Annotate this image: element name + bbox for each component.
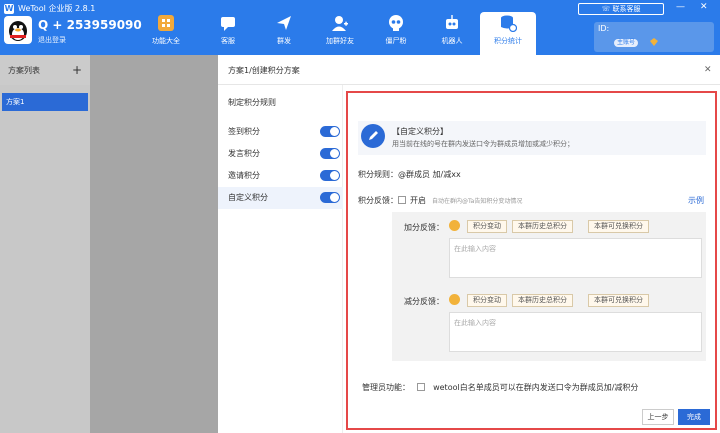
tab-label: 客服: [221, 37, 235, 45]
feedback-open-label: 开启: [410, 196, 426, 205]
tab-label: 加群好友: [326, 37, 354, 45]
feedback-settings: 加分反馈： 积分变动 本群历史总积分 本群可兑换积分 在此输入内容 减分反馈： …: [392, 212, 706, 361]
scheme-item[interactable]: 方案1: [2, 93, 88, 111]
feedback-hint: 自动在群内@Ta告知积分变动情况: [432, 198, 523, 205]
headset-icon: ☏: [601, 5, 611, 13]
robot-icon: [446, 15, 458, 29]
close-window-icon[interactable]: ✕: [700, 2, 708, 12]
tab-service[interactable]: 客服: [200, 14, 256, 52]
tab-robot[interactable]: 机器人: [424, 14, 480, 52]
chat-icon: [221, 17, 235, 31]
tab-label: 僵尸粉: [385, 37, 407, 45]
account-card[interactable]: ID: 主账号: [594, 22, 714, 52]
tab-label: 积分统计: [494, 37, 522, 45]
admin-label: 管理员功能：: [362, 383, 410, 392]
admin-checkbox[interactable]: [416, 383, 425, 391]
user-name: Q + 253959090: [38, 18, 142, 32]
done-button[interactable]: 完成: [678, 409, 710, 425]
scheme-list-panel: 方案列表 + 方案1: [0, 55, 90, 433]
title-bar: W WeTool 企业版 2.8.1: [4, 3, 95, 14]
rule-list: 制定积分规则 签到积分 发言积分 邀请积分 自定义积分: [218, 85, 343, 433]
tab-label: 功能大全: [152, 37, 180, 45]
add-feedback-textarea[interactable]: 在此输入内容: [449, 238, 702, 278]
dialog-title: 方案1/创建积分方案: [218, 55, 720, 85]
skull-icon: [389, 15, 403, 31]
scheme-list-title: 方案列表: [8, 65, 40, 75]
rule-item-checkin[interactable]: 签到积分: [218, 121, 343, 143]
custom-points-desc: 用当前在线的号在群内发送口令为群成员增加或减少积分；: [392, 140, 574, 148]
content-background: [90, 55, 218, 433]
rule-item-invite[interactable]: 邀请积分: [218, 165, 343, 187]
emoji-icon[interactable]: [449, 220, 460, 231]
grid-icon: [158, 15, 174, 31]
main-account-badge: 主账号: [614, 39, 639, 47]
custom-points-panel: 【自定义积分】 用当前在线的号在群内发送口令为群成员增加或减少积分； 积分规则：…: [346, 91, 717, 430]
feedback-label: 积分反馈：: [358, 196, 398, 205]
stats-icon: [501, 15, 517, 32]
tag-redeemable[interactable]: 本群可兑换积分: [588, 294, 649, 307]
rule-toggle[interactable]: [320, 192, 340, 203]
tag-redeemable[interactable]: 本群可兑换积分: [588, 220, 649, 233]
points-rule-text: 积分规则：@群成员 加/减xx: [358, 170, 461, 179]
tab-label: 群发: [277, 37, 291, 45]
rule-toggle[interactable]: [320, 170, 340, 181]
tag-points-change[interactable]: 积分变动: [467, 220, 507, 233]
minimize-icon[interactable]: —: [676, 2, 685, 12]
custom-points-header: 【自定义积分】 用当前在线的号在群内发送口令为群成员增加或减少积分；: [358, 121, 706, 155]
tag-history-total[interactable]: 本群历史总积分: [512, 220, 573, 233]
admin-desc: wetool白名单成员可以在群内发送口令为群成员加/减积分: [433, 383, 639, 392]
rule-item-speak[interactable]: 发言积分: [218, 143, 343, 165]
dialog-close-icon[interactable]: ✕: [704, 65, 712, 75]
admin-function-row: 管理员功能： wetool白名单成员可以在群内发送口令为群成员加/减积分: [362, 382, 638, 393]
tab-zombie-fans[interactable]: 僵尸粉: [368, 14, 424, 52]
account-id-label: ID:: [598, 24, 610, 33]
feedback-checkbox[interactable]: [398, 196, 406, 204]
tab-label: 机器人: [441, 37, 463, 45]
tag-history-total[interactable]: 本群历史总积分: [512, 294, 573, 307]
logout-link[interactable]: 退出登录: [38, 35, 66, 45]
rule-toggle[interactable]: [320, 126, 340, 137]
sub-feedback-label: 减分反馈：: [404, 297, 444, 306]
wetool-logo-icon: W: [4, 3, 14, 14]
avatar[interactable]: [4, 16, 32, 44]
rule-toggle[interactable]: [320, 148, 340, 159]
tab-add-friends[interactable]: 加群好友: [312, 14, 368, 52]
add-friend-icon: [332, 16, 348, 31]
add-scheme-button[interactable]: +: [72, 63, 82, 77]
send-icon: [277, 16, 291, 30]
sub-feedback-textarea[interactable]: 在此输入内容: [449, 312, 702, 352]
add-feedback-label: 加分反馈：: [404, 223, 444, 232]
edit-pen-icon: [361, 124, 385, 148]
prev-step-button[interactable]: 上一步: [642, 409, 674, 425]
top-bar: W WeTool 企业版 2.8.1 Q + 253959090 退出登录 功能…: [0, 0, 720, 55]
app-title: WeTool 企业版 2.8.1: [18, 4, 96, 13]
rule-item-custom[interactable]: 自定义积分: [218, 187, 343, 209]
scheme-list-header: 方案列表 +: [0, 55, 90, 85]
diamond-icon: [650, 38, 658, 46]
emoji-icon[interactable]: [449, 294, 460, 305]
example-link[interactable]: 示例: [688, 195, 704, 206]
feedback-row: 积分反馈： 开启 自动在群内@Ta告知积分变动情况 示例: [358, 195, 708, 207]
tab-feature-list[interactable]: 功能大全: [138, 14, 194, 52]
rule-list-title: 制定积分规则: [228, 98, 276, 107]
contact-service-button[interactable]: ☏ 联系客服: [578, 3, 664, 15]
custom-points-title: 【自定义积分】: [392, 127, 448, 136]
tab-points-stats[interactable]: 积分统计: [480, 12, 536, 55]
tag-points-change[interactable]: 积分变动: [467, 294, 507, 307]
tab-broadcast[interactable]: 群发: [256, 14, 312, 52]
